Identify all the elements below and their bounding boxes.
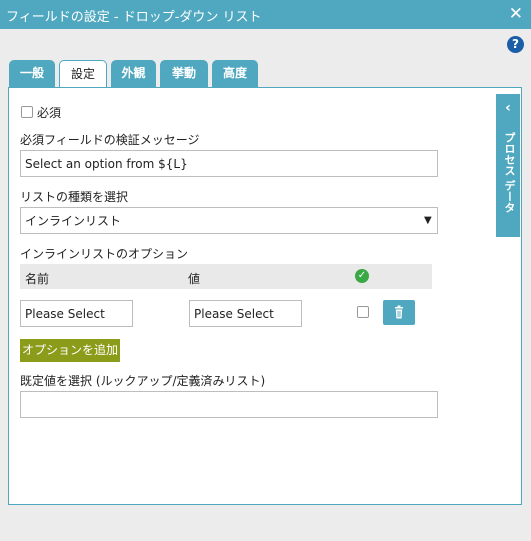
chevron-left-icon: ‹ — [505, 100, 511, 116]
list-type-label: リストの種類を選択 — [20, 190, 129, 204]
trash-icon — [395, 305, 403, 319]
option-value-value: Please Select — [194, 306, 274, 321]
inline-options-label: インラインリストのオプション — [20, 247, 189, 261]
chevron-down-icon: ▼ — [424, 215, 432, 226]
tab-settings[interactable]: 設定 — [59, 60, 107, 88]
process-data-side-tab[interactable]: ‹ プロセス データ — [496, 94, 520, 237]
list-type-select[interactable]: インラインリスト — [20, 207, 438, 234]
validation-message-input[interactable]: Select an option from ${L} — [20, 150, 438, 177]
default-value-input[interactable] — [20, 391, 438, 418]
tab-advanced[interactable]: 高度 — [212, 60, 258, 87]
validation-message-label: 必須フィールドの検証メッセージ — [20, 133, 200, 147]
close-icon[interactable]: ✕ — [509, 4, 523, 24]
options-table-header — [20, 264, 432, 289]
list-type-value: インラインリスト — [25, 214, 122, 228]
help-icon[interactable]: ? — [507, 36, 524, 53]
options-header-name: 名前 — [25, 272, 50, 286]
option-name-input[interactable]: Please Select — [20, 300, 133, 327]
validation-message-value: Select an option from ${L} — [25, 156, 188, 171]
required-checkbox[interactable] — [21, 106, 33, 118]
process-data-label: プロセス データ — [503, 132, 516, 213]
option-default-checkbox[interactable] — [357, 306, 369, 318]
check-circle-icon: ✓ — [355, 269, 369, 283]
tab-general[interactable]: 一般 — [9, 60, 55, 87]
tab-behavior[interactable]: 挙動 — [160, 60, 208, 87]
dialog-title: フィールドの設定 - ドロップ-ダウン リスト — [6, 10, 262, 25]
default-value-label: 既定値を選択 (ルックアップ/定義済みリスト) — [20, 374, 266, 388]
option-value-input[interactable]: Please Select — [189, 300, 302, 327]
dialog-titlebar: フィールドの設定 - ドロップ-ダウン リスト ✕ — [0, 0, 531, 29]
option-name-value: Please Select — [25, 306, 105, 321]
add-option-button[interactable]: オプションを追加 — [20, 339, 120, 362]
delete-option-button[interactable] — [383, 300, 415, 325]
tab-appearance[interactable]: 外観 — [111, 60, 156, 87]
required-label: 必須 — [37, 106, 62, 120]
options-header-value: 値 — [188, 272, 201, 286]
